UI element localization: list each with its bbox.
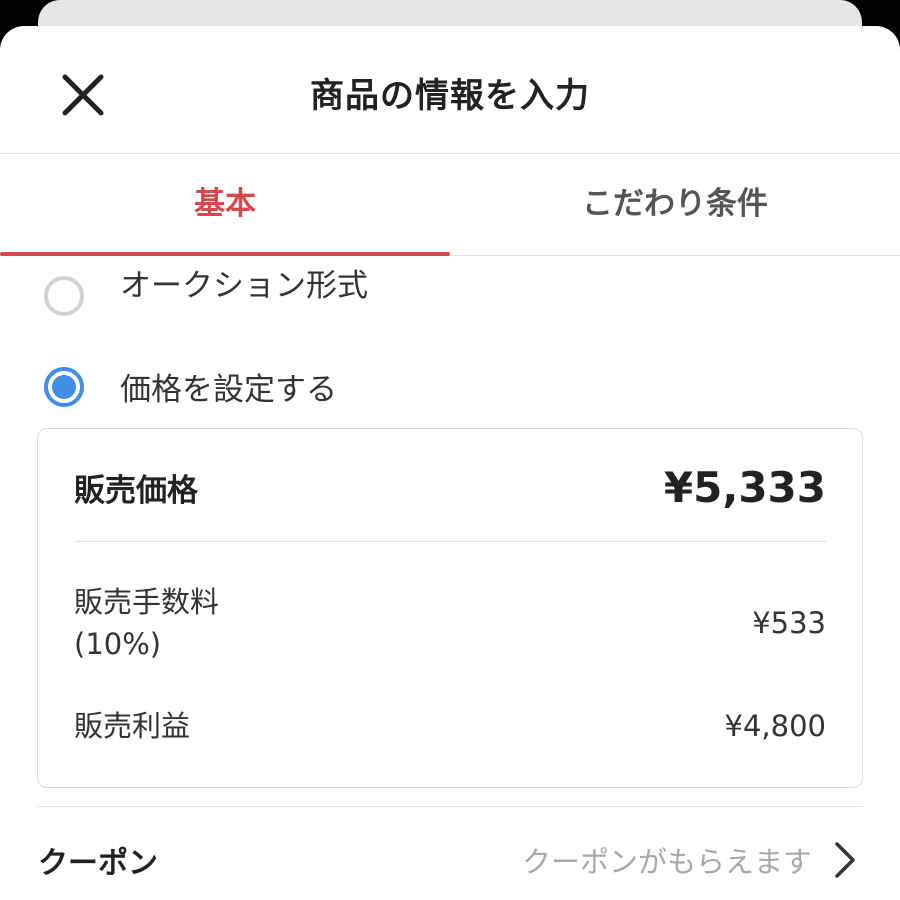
coupon-label: クーポン [38, 846, 158, 881]
coupon-right: クーポンがもらえます [522, 839, 856, 881]
sell-price-label: 販売価格 [74, 472, 198, 509]
sell-price-row: 販売価格 ¥5,333 [74, 459, 826, 515]
profit-value: ¥4,800 [724, 709, 826, 744]
tab-preferences[interactable]: こだわり条件 [450, 154, 900, 255]
radio-auction[interactable]: オークション形式 [44, 268, 368, 316]
section-divider [37, 806, 863, 807]
coupon-row[interactable]: クーポン クーポンがもらえます [38, 838, 856, 882]
fee-label-line2: (10%) [74, 627, 162, 662]
price-divider [74, 541, 826, 542]
profit-label: 販売利益 [74, 709, 191, 743]
tab-bar: 基本 こだわり条件 [0, 154, 900, 256]
radio-checked-icon[interactable] [44, 366, 84, 407]
bottom-sheet: 商品の情報を入力 基本 こだわり条件 オークション形式 価格を設定する 販売価格… [0, 26, 900, 900]
profit-row: 販売利益 ¥4,800 [74, 705, 826, 747]
page-title: 商品の情報を入力 [310, 76, 590, 116]
radio-unchecked-icon[interactable] [44, 276, 84, 316]
radio-set-price[interactable]: 価格を設定する [44, 364, 337, 409]
tab-basic[interactable]: 基本 [0, 154, 450, 256]
fee-value: ¥533 [752, 606, 826, 641]
radio-set-price-label: 価格を設定する [120, 372, 337, 408]
fee-label-line1: 販売手数料 [74, 585, 220, 619]
fee-label: 販売手数料 (10%) [74, 581, 219, 665]
price-summary-box: 販売価格 ¥5,333 販売手数料 (10%) ¥533 販売利益 ¥4,800 [37, 428, 863, 788]
sheet-header: 商品の情報を入力 [0, 26, 900, 154]
coupon-hint: クーポンがもらえます [521, 845, 812, 879]
sell-price-value[interactable]: ¥5,333 [664, 463, 826, 512]
radio-auction-label: オークション形式 [120, 267, 368, 304]
chevron-right-icon [835, 842, 855, 878]
fee-row: 販売手数料 (10%) ¥533 [74, 581, 826, 665]
